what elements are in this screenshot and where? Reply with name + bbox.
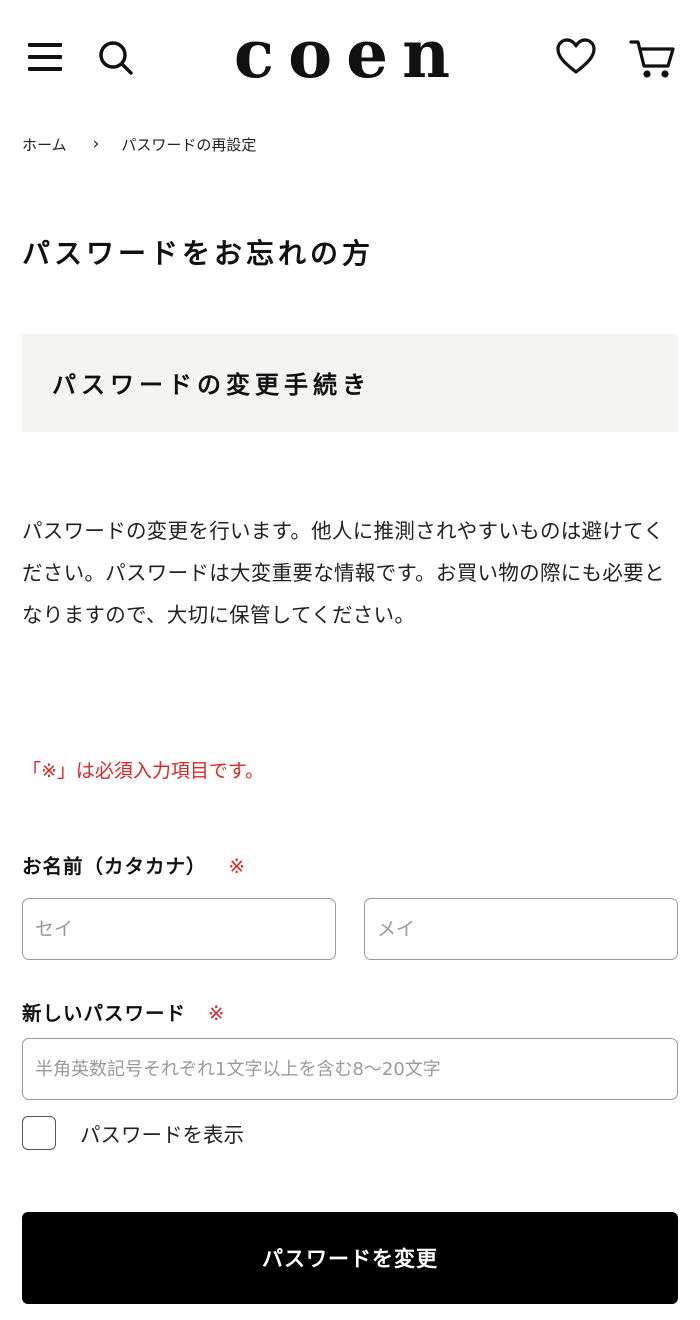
breadcrumb-separator: › (92, 134, 100, 154)
new-password-label-text: 新しいパスワード (22, 1002, 187, 1025)
menu-icon[interactable] (28, 41, 64, 73)
required-note: 「※」は必須入力項目です。 (22, 760, 265, 782)
change-password-button[interactable]: パスワードを変更 (22, 1212, 678, 1304)
mei-input[interactable] (364, 898, 678, 960)
section-header: パスワードの変更手続き (22, 334, 678, 432)
name-kana-label-text: お名前（カタカナ） (22, 855, 207, 878)
heart-icon[interactable] (555, 37, 597, 77)
required-mark: ※ (228, 855, 246, 878)
site-logo[interactable]: coen (214, 14, 484, 94)
breadcrumb-current: パスワードの再設定 (121, 135, 257, 154)
required-mark: ※ (208, 1002, 226, 1025)
page: coen ホーム › パスワードの再設定 パスワードをお忘れの方 パスワードの変… (0, 0, 700, 1320)
new-password-input[interactable] (22, 1038, 678, 1100)
show-password-toggle[interactable]: パスワードを表示 (22, 1116, 244, 1150)
section-title: パスワードの変更手続き (52, 371, 371, 399)
search-icon[interactable] (96, 38, 136, 78)
sei-input[interactable] (22, 898, 336, 960)
name-kana-label: お名前（カタカナ） ※ (22, 850, 246, 879)
breadcrumb-home-link[interactable]: ホーム (22, 134, 67, 155)
show-password-checkbox[interactable] (22, 1116, 56, 1150)
new-password-label: 新しいパスワード ※ (22, 997, 225, 1026)
breadcrumb: ホーム › パスワードの再設定 (22, 132, 256, 156)
description-text: パスワードの変更を行います。他人に推測されやすいものは避けてください。パスワード… (22, 519, 665, 627)
cart-icon[interactable] (628, 36, 676, 82)
show-password-label: パスワードを表示 (80, 1123, 244, 1147)
site-header: coen (0, 0, 700, 112)
page-title: パスワードをお忘れの方 (22, 237, 375, 270)
